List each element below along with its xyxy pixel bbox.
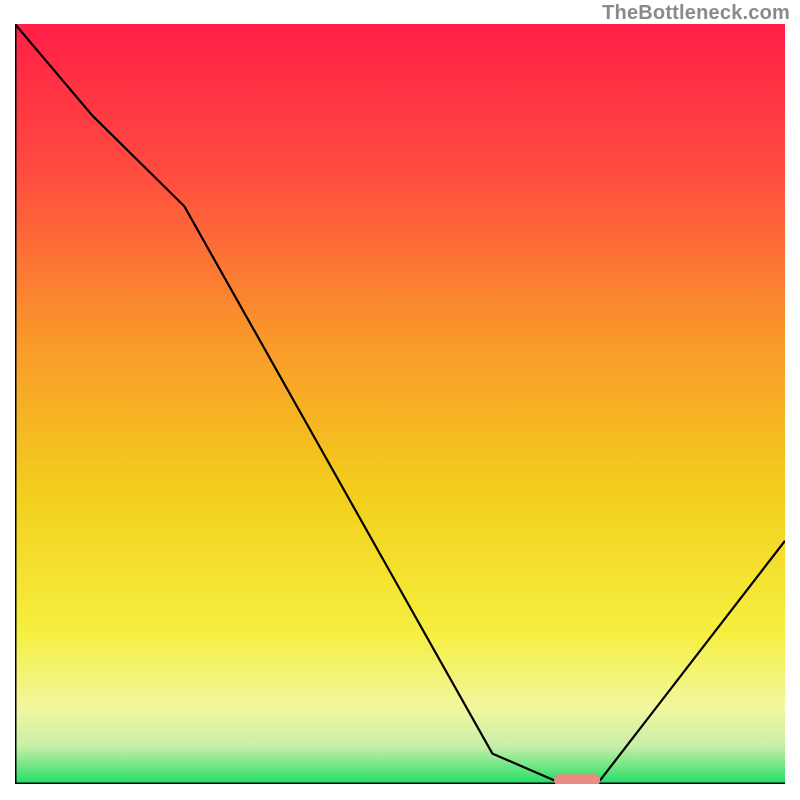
bottleneck-chart <box>15 24 785 784</box>
watermark-text: TheBottleneck.com <box>602 2 790 25</box>
chart-container: TheBottleneck.com <box>0 0 800 800</box>
plot-area <box>15 24 785 784</box>
optimal-marker <box>554 774 600 784</box>
gradient-background <box>15 24 785 784</box>
